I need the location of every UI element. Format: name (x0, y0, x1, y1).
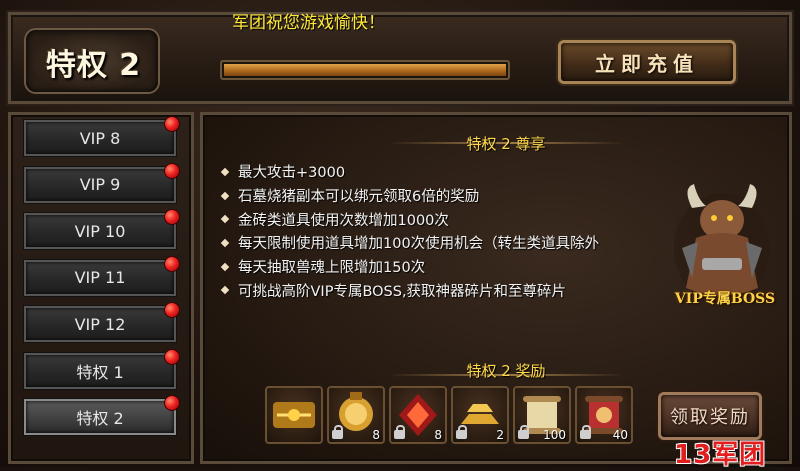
greeting-text: 军团祝您游戏愉快！ (232, 13, 385, 33)
benefit-text: 每天抽取兽魂上限增加150次 (238, 260, 426, 277)
benefit-text: 最大攻击+3000 (238, 165, 346, 182)
reward-count: 100 (543, 428, 566, 442)
bullet-icon (220, 191, 230, 200)
benefit-item: 金砖类道具使用次数增加1000次 (220, 207, 599, 231)
lock-icon (580, 425, 591, 439)
notification-dot-icon (164, 209, 180, 225)
benefit-item: 可挑战高阶VIP专属BOSS,获取神器碎片和至尊碎片 (220, 278, 599, 302)
reward-count: 8 (372, 428, 380, 442)
boss-label: VIP专属BOSS (674, 291, 776, 307)
lock-icon (518, 425, 529, 439)
reward-count: 2 (496, 428, 504, 442)
bullet-icon (220, 214, 230, 224)
claim-reward-button[interactable]: 领取奖励 (658, 392, 762, 440)
reward-count: 8 (434, 428, 442, 442)
vip-level-label: VIP 11 (74, 268, 126, 287)
vip-level-tab[interactable]: VIP 11 (24, 255, 180, 296)
benefit-item: 石墓烧猪副本可以绑元领取6倍的奖励 (220, 184, 599, 208)
lock-icon (394, 425, 405, 439)
reward-slot[interactable]: 8 (389, 386, 447, 444)
benefit-text: 石墓烧猪副本可以绑元领取6倍的奖励 (238, 189, 480, 206)
benefit-text: 可挑战高阶VIP专属BOSS,获取神器碎片和至尊碎片 (238, 283, 567, 300)
watermark-logo: 13军团 (674, 440, 767, 470)
notification-dot-icon (164, 116, 180, 132)
vip-level-label: VIP 9 (79, 175, 121, 194)
reward-slot[interactable]: 100 (513, 386, 571, 444)
bullet-icon (220, 286, 230, 295)
bullet-icon (220, 167, 230, 177)
reward-slot[interactable]: 40 (575, 386, 633, 444)
vip-level-tab[interactable]: 特权 2 (24, 395, 180, 435)
recharge-button[interactable]: 立即充值 (558, 40, 736, 84)
vip-level-tab[interactable]: VIP 10 (24, 209, 180, 249)
vip-level-label: 特权 2 (76, 409, 124, 428)
benefit-item: 每天抽取兽魂上限增加150次 (220, 255, 599, 279)
progress-fill (224, 64, 506, 76)
vip-level-label: VIP 12 (74, 314, 126, 334)
reward-slot[interactable]: 2 (451, 386, 509, 444)
benefit-item: 每天限制使用道具增加100次使用机会（转生类道具除外 (220, 231, 600, 255)
benefits-title: 特权 2 尊享 (466, 135, 546, 153)
vip-level-tab[interactable]: VIP 9 (24, 162, 180, 203)
lock-icon (456, 425, 467, 439)
benefits-list: 最大攻击+3000 石墓烧猪副本可以绑元领取6倍的奖励 金砖类道具使用次数增加100… (220, 160, 600, 302)
notification-dot-icon (164, 395, 180, 411)
vip-progress-bar (220, 60, 510, 80)
notification-dot-icon (164, 162, 180, 179)
reward-slot[interactable] (265, 386, 323, 444)
bullet-icon (220, 238, 230, 248)
notification-dot-icon (164, 302, 180, 318)
lock-icon (332, 425, 343, 439)
notification-dot-icon (164, 255, 180, 272)
vip-level-label: VIP 10 (74, 221, 126, 241)
benefit-text: 金砖类道具使用次数增加1000次 (238, 212, 449, 229)
vip-level-tab[interactable]: VIP 12 (24, 302, 180, 342)
rewards-title: 特权 2 奖励 (466, 362, 546, 380)
benefit-text: 每天限制使用道具增加100次使用机会（转生类道具除外 (238, 236, 600, 253)
page-title: 特权 2 (45, 48, 142, 83)
bullet-icon (220, 262, 230, 271)
benefit-item: 最大攻击+3000 (220, 160, 599, 184)
reward-slot[interactable]: 8 (327, 386, 385, 444)
reward-count: 40 (612, 428, 628, 442)
title-badge-icon (267, 388, 321, 442)
